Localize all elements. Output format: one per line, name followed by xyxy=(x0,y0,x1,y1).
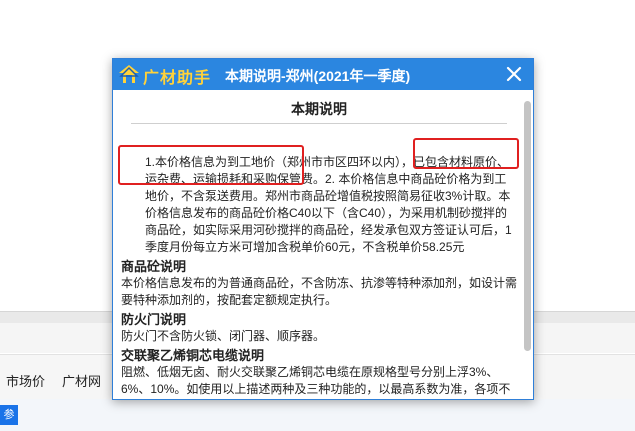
section-title-concrete: 商品砼说明 xyxy=(121,259,187,274)
period-notes-dialog: 广材助手 本期说明-郑州(2021年一季度) 本期说明 1.本价格信息为到工地价… xyxy=(112,58,534,400)
content-scrollbar[interactable] xyxy=(523,95,531,393)
section-title-fire-door: 防火门说明 xyxy=(121,312,187,327)
section-text-concrete: 本价格信息发布的为普通商品砼，不含防冻、抗渗等特种添加剂，如设计需要特种添加剂的… xyxy=(121,276,517,307)
content-heading: 本期说明 xyxy=(291,101,347,117)
annotation-box-right xyxy=(413,138,519,169)
annotation-box-left xyxy=(118,145,304,185)
scrollbar-thumb[interactable] xyxy=(524,101,531,351)
section-text-cable: 阻燃、低烟无卤、耐火交联聚乙烯铜芯电缆在原规格型号分别上浮3%、6%、10%。如… xyxy=(121,365,511,395)
background-chip[interactable]: 参 xyxy=(0,405,18,425)
brand-name: 广材助手 xyxy=(143,70,212,87)
background-toolbar: 参 xyxy=(0,399,635,431)
dialog-title: 本期说明-郑州(2021年一季度) xyxy=(225,68,411,84)
guangcai-logo-icon xyxy=(119,65,139,83)
heading-divider xyxy=(131,123,507,124)
section-title-cable: 交联聚乙烯铜芯电缆说明 xyxy=(121,348,265,363)
tab-market-price[interactable]: 市场价 xyxy=(6,371,45,390)
close-icon[interactable] xyxy=(503,63,525,85)
tab-guangcai-net[interactable]: 广材网 xyxy=(62,371,101,390)
section-text-fire-door: 防火门不含防火锁、闭门器、顺序器。 xyxy=(121,329,326,343)
dialog-titlebar[interactable]: 广材助手 本期说明-郑州(2021年一季度) xyxy=(113,59,533,90)
